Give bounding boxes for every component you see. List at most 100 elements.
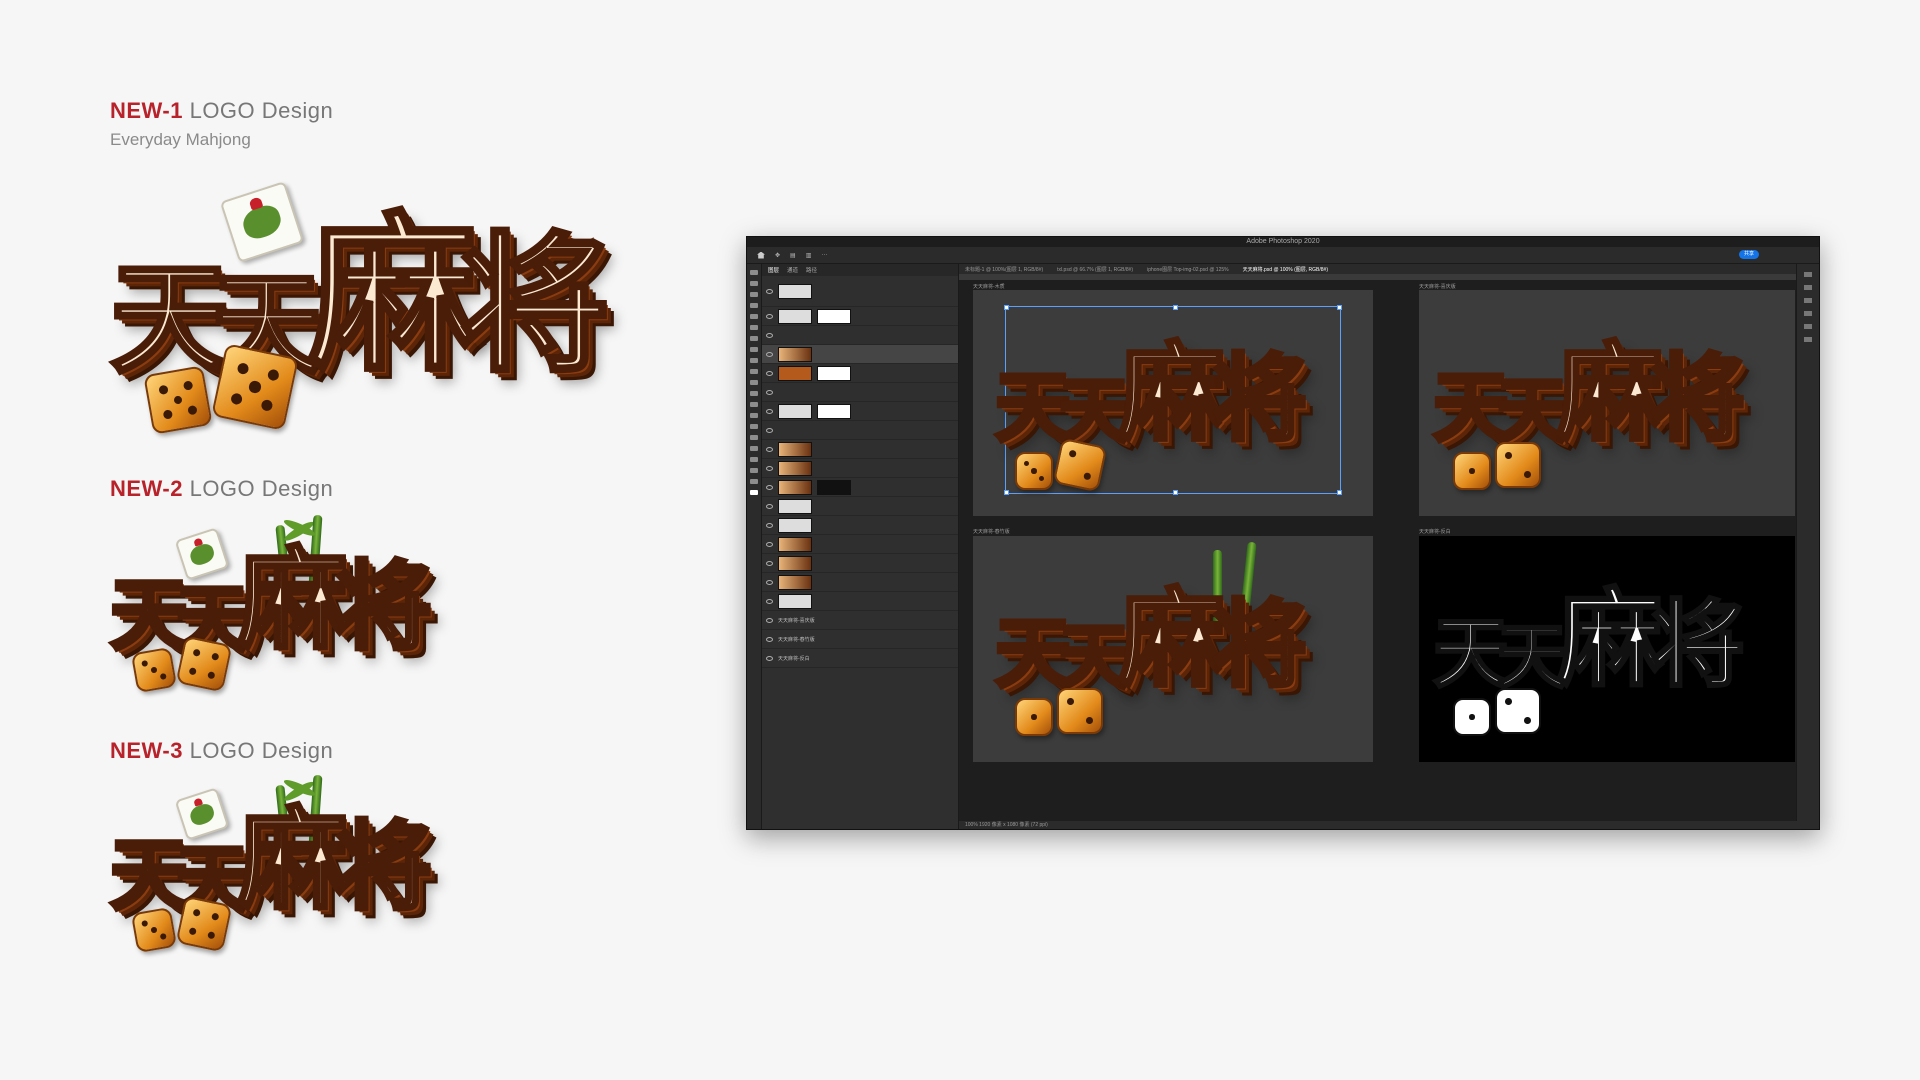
eyedropper-icon[interactable] <box>750 325 758 330</box>
eye-icon[interactable] <box>766 560 773 566</box>
layer-row[interactable] <box>762 478 958 497</box>
eye-icon[interactable] <box>766 598 773 604</box>
layer-thumbnail <box>778 536 812 552</box>
artboard-logo: 天 天 麻 将 <box>993 566 1355 746</box>
zoom-icon[interactable] <box>750 479 758 484</box>
dodge-icon[interactable] <box>750 413 758 418</box>
layer-row[interactable] <box>762 307 958 326</box>
pen-icon[interactable] <box>750 424 758 429</box>
crop-icon[interactable] <box>750 314 758 319</box>
document-tab[interactable]: iphone图层 Top-img-02.psd @ 125% <box>1147 266 1229 273</box>
marquee-icon[interactable] <box>750 281 758 286</box>
tab-layers[interactable]: 图层 <box>768 266 779 274</box>
type-icon[interactable] <box>750 435 758 440</box>
layer-row[interactable] <box>762 276 958 307</box>
section-2-heading: NEW-2 LOGO Design <box>110 476 333 502</box>
layer-row-selected[interactable] <box>762 345 958 364</box>
document-tab-active[interactable]: 天天麻将.psd @ 100% (图层, RGB/8#) <box>1243 266 1328 273</box>
eye-icon[interactable] <box>766 351 773 357</box>
artboard-inverted[interactable]: 天 天 麻 将 <box>1419 536 1795 762</box>
distribute-icon[interactable]: ▥ <box>806 252 812 259</box>
properties-icon[interactable] <box>1804 272 1812 277</box>
layer-thumbnail <box>778 308 812 324</box>
eye-icon[interactable] <box>766 503 773 509</box>
stamp-icon[interactable] <box>750 358 758 363</box>
eye-icon[interactable] <box>766 389 773 395</box>
layer-thumbnail <box>778 593 812 609</box>
history-icon[interactable] <box>1804 337 1812 342</box>
logo-char: 麻 <box>1117 576 1227 701</box>
artboard-logo: 天 天 麻 将 <box>1431 320 1793 500</box>
artboard-wood[interactable]: 天 天 麻 将 <box>973 290 1373 516</box>
shape-icon[interactable] <box>750 457 758 462</box>
layer-group-row[interactable]: 天天麻将-喜庆版 <box>762 611 958 630</box>
section-2-title: LOGO Design <box>189 476 334 501</box>
eye-icon[interactable] <box>766 465 773 471</box>
layer-row[interactable] <box>762 554 958 573</box>
document-tab[interactable]: txl.psd @ 66.7% (图层 1, RGB/8#) <box>1057 266 1133 273</box>
move-icon[interactable] <box>750 270 758 275</box>
tab-paths[interactable]: 路径 <box>806 266 817 274</box>
layer-row[interactable] <box>762 326 958 345</box>
hand-icon[interactable] <box>750 468 758 473</box>
eye-icon[interactable] <box>766 579 773 585</box>
document-tab[interactable]: 未标题-1 @ 100%(图层 1, RGB/8#) <box>965 266 1043 273</box>
artboard-logo: 天 天 麻 将 <box>993 320 1355 500</box>
canvas-area[interactable]: 未标题-1 @ 100%(图层 1, RGB/8#) txl.psd @ 66.… <box>959 264 1797 821</box>
lasso-icon[interactable] <box>750 292 758 297</box>
libraries-icon[interactable] <box>1804 298 1812 303</box>
healing-icon[interactable] <box>750 336 758 341</box>
eye-icon[interactable] <box>766 522 773 528</box>
swatches-icon[interactable] <box>1804 324 1812 329</box>
eye-icon[interactable] <box>766 427 773 433</box>
move-tool-icon[interactable]: ✥ <box>775 252 780 259</box>
eye-icon[interactable] <box>766 288 773 294</box>
layer-row[interactable] <box>762 535 958 554</box>
artboard-festive[interactable]: 天 天 麻 将 <box>1419 290 1795 516</box>
eye-icon[interactable] <box>766 655 773 661</box>
layer-row[interactable] <box>762 497 958 516</box>
layer-group-row[interactable]: 天天麻将-反白 <box>762 649 958 668</box>
magic-wand-icon[interactable] <box>750 303 758 308</box>
adjustments-icon[interactable] <box>1804 285 1812 290</box>
eraser-icon[interactable] <box>750 380 758 385</box>
dice-icon <box>1015 698 1053 736</box>
more-options-icon[interactable]: ··· <box>821 252 827 258</box>
layer-row[interactable] <box>762 383 958 402</box>
home-icon[interactable] <box>757 251 765 259</box>
brush-icon[interactable] <box>750 347 758 352</box>
eye-icon[interactable] <box>766 332 773 338</box>
layer-group-row[interactable]: 天天麻将-春竹版 <box>762 630 958 649</box>
layer-row[interactable] <box>762 592 958 611</box>
eye-icon[interactable] <box>766 446 773 452</box>
eye-icon[interactable] <box>766 408 773 414</box>
section-3-number: NEW-3 <box>110 738 183 763</box>
eye-icon[interactable] <box>766 636 773 642</box>
layer-row[interactable] <box>762 459 958 478</box>
logo-char: 将 <box>458 217 612 393</box>
gradient-icon[interactable] <box>750 391 758 396</box>
layer-row[interactable] <box>762 440 958 459</box>
tab-channels[interactable]: 通道 <box>787 266 798 274</box>
align-icon[interactable]: ▤ <box>790 252 796 259</box>
eye-icon[interactable] <box>766 484 773 490</box>
layer-row[interactable] <box>762 421 958 440</box>
layer-row[interactable] <box>762 402 958 421</box>
logo-char: 麻 <box>1117 330 1227 455</box>
layer-row[interactable] <box>762 573 958 592</box>
eye-icon[interactable] <box>766 313 773 319</box>
eye-icon[interactable] <box>766 541 773 547</box>
share-button[interactable]: 共享 <box>1739 250 1759 259</box>
dice-icon <box>130 906 178 954</box>
history-brush-icon[interactable] <box>750 369 758 374</box>
blur-icon[interactable] <box>750 402 758 407</box>
artboard-spring-bamboo[interactable]: 天 天 麻 将 <box>973 536 1373 762</box>
path-select-icon[interactable] <box>750 446 758 451</box>
eye-icon[interactable] <box>766 370 773 376</box>
color-icon[interactable] <box>1804 311 1812 316</box>
eye-icon[interactable] <box>766 617 773 623</box>
layer-row[interactable] <box>762 364 958 383</box>
foreground-color-swatch[interactable] <box>750 490 758 495</box>
layer-row[interactable] <box>762 516 958 535</box>
layer-thumbnail <box>778 403 812 419</box>
